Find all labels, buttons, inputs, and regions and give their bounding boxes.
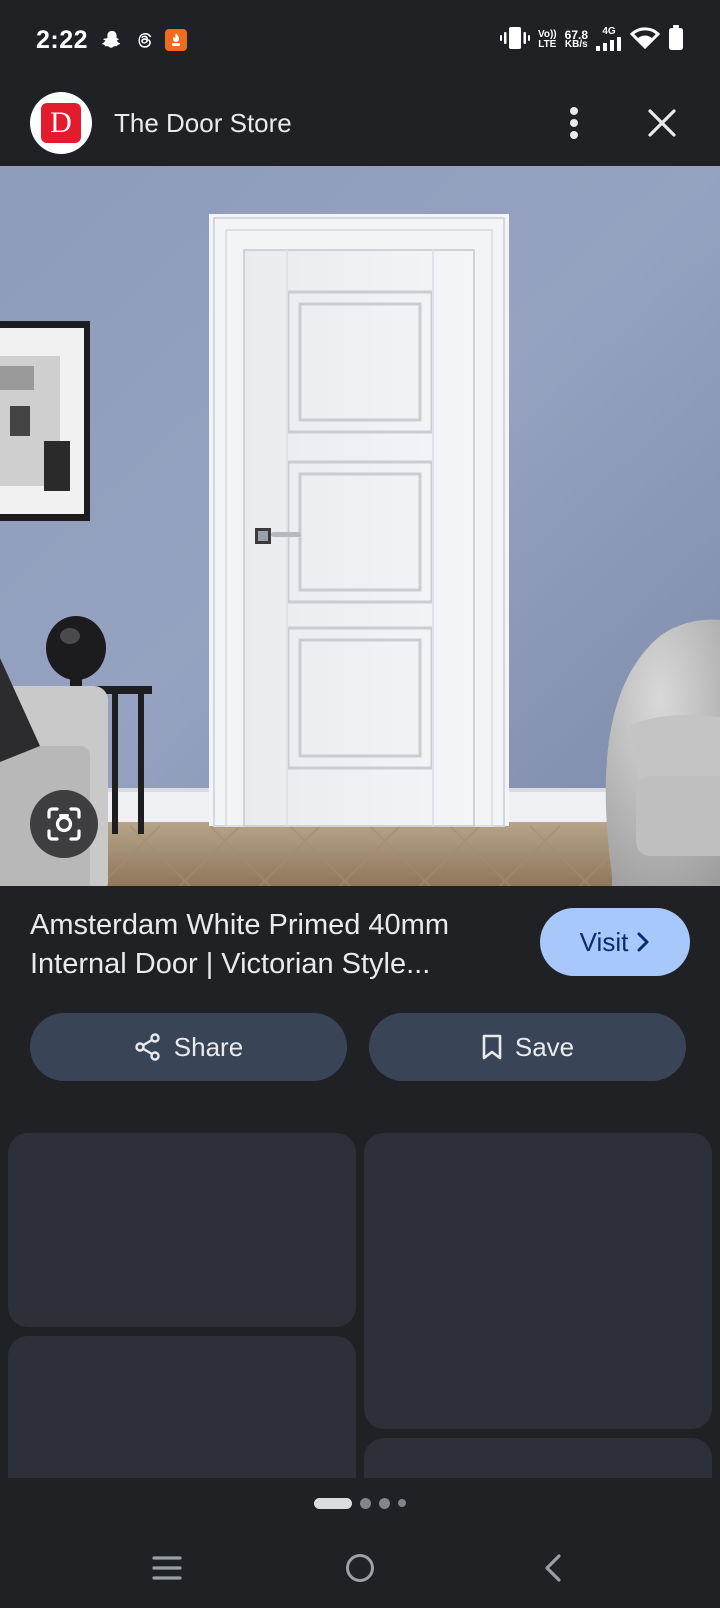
home-icon: [345, 1554, 374, 1582]
brand-logo: D: [41, 103, 81, 143]
share-icon: [135, 1033, 160, 1061]
volte-bottom-label: LTE: [538, 39, 557, 50]
app-notification-icon: [164, 28, 188, 52]
home-button[interactable]: [330, 1538, 390, 1598]
battery-icon: [668, 24, 684, 56]
page-indicator-dot: [398, 1499, 406, 1507]
site-name[interactable]: The Door Store: [114, 108, 292, 139]
status-time: 2:22: [36, 25, 89, 54]
visit-label: Visit: [579, 926, 629, 957]
notification-icons: [100, 28, 188, 52]
related-image-placeholder[interactable]: [8, 1336, 356, 1496]
snapchat-icon: [100, 28, 124, 52]
vibrate-icon: [499, 25, 530, 56]
wifi-icon: [629, 25, 661, 56]
close-button[interactable]: [640, 101, 684, 145]
save-button[interactable]: Save: [369, 1013, 686, 1081]
page-indicator-dot: [379, 1497, 390, 1509]
page-header: D The Door Store: [0, 80, 720, 166]
close-icon: [648, 109, 676, 137]
share-label: Share: [173, 1031, 244, 1062]
back-button[interactable]: [523, 1538, 583, 1598]
network-speed: 67.8 KB/s: [564, 29, 588, 50]
network-unit: KB/s: [564, 39, 588, 50]
door-photo: [0, 166, 720, 886]
system-navigation-bar: [0, 1528, 720, 1608]
threads-icon: [132, 28, 156, 52]
google-lens-button[interactable]: [30, 790, 98, 858]
visit-button[interactable]: Visit: [540, 908, 690, 976]
status-bar: 2:22 Vo)) LTE 67.8 KB/s 4G: [0, 0, 720, 80]
signal-icon: [596, 36, 622, 54]
related-image-placeholder[interactable]: [8, 1133, 356, 1327]
page-indicator-active: [314, 1497, 352, 1509]
page-indicator-dot: [360, 1497, 371, 1509]
more-options-button[interactable]: [552, 101, 596, 145]
back-icon: [545, 1554, 561, 1582]
result-title[interactable]: Amsterdam White Primed 40mm Internal Doo…: [30, 906, 510, 984]
page-indicator: [0, 1478, 720, 1528]
result-image[interactable]: [0, 166, 720, 886]
network-type-label: 4G: [602, 25, 616, 37]
share-button[interactable]: Share: [30, 1013, 347, 1081]
volte-indicator: Vo)) LTE: [538, 30, 557, 50]
chevron-right-icon: [637, 932, 649, 952]
recent-apps-button[interactable]: [137, 1538, 197, 1598]
mobile-signal: 4G: [596, 25, 622, 54]
site-favicon[interactable]: D: [30, 92, 92, 154]
menu-icon: [152, 1556, 182, 1580]
google-lens-icon: [47, 807, 81, 841]
more-vert-icon: [570, 107, 578, 139]
related-image-placeholder[interactable]: [364, 1133, 712, 1429]
save-label: Save: [514, 1031, 575, 1062]
bookmark-icon: [482, 1034, 502, 1060]
system-status-icons: Vo)) LTE 67.8 KB/s 4G: [499, 24, 684, 56]
